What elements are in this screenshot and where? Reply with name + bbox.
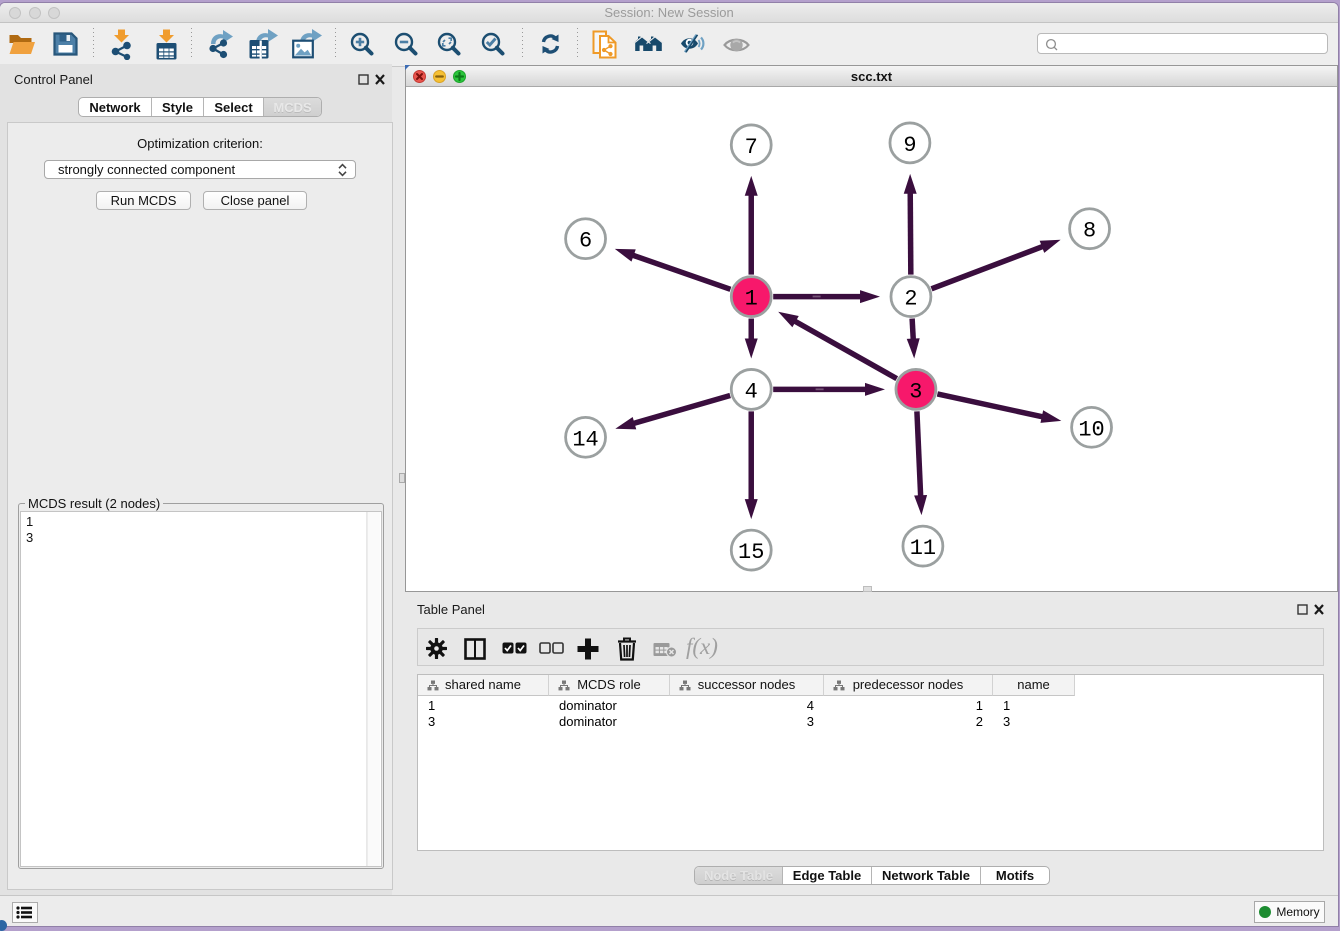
svg-text:8: 8 xyxy=(1083,219,1096,244)
svg-text:15: 15 xyxy=(738,540,764,565)
svg-text:3: 3 xyxy=(909,379,922,404)
svg-text:9: 9 xyxy=(903,133,916,158)
svg-text:4: 4 xyxy=(745,379,758,404)
svg-text:10: 10 xyxy=(1078,417,1104,442)
svg-text:14: 14 xyxy=(572,427,598,452)
svg-text:6: 6 xyxy=(579,229,592,254)
svg-text:7: 7 xyxy=(745,135,758,160)
svg-text:2: 2 xyxy=(904,287,917,312)
svg-text:1: 1 xyxy=(745,287,758,312)
svg-text:11: 11 xyxy=(910,536,936,561)
